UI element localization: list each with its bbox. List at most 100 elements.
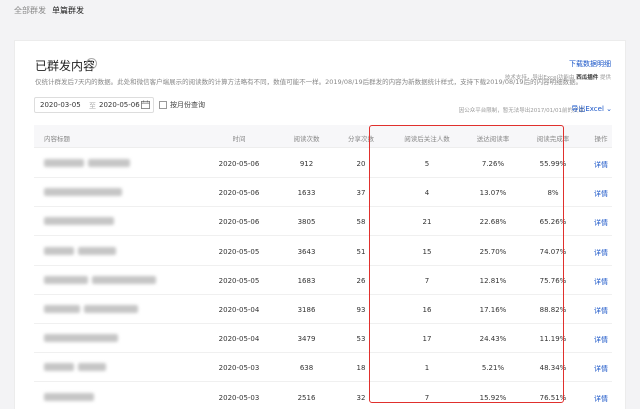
cell-time: 2020-05-03 xyxy=(218,364,260,373)
cell-read-rate: 25.70% xyxy=(479,247,507,256)
cell-shares: 93 xyxy=(356,306,366,314)
header-action: 操作 xyxy=(594,135,608,143)
table-header: 内容标题 时间 阅读次数 分享次数 阅读后关注人数 送达阅读率 阅读完成率 操作 xyxy=(34,125,612,148)
blurred-title xyxy=(44,188,122,197)
month-query-label: 按月份查询 xyxy=(170,101,205,109)
details-link[interactable]: 详情 xyxy=(590,364,612,374)
cell-completion-rate: 75.76% xyxy=(539,276,567,285)
table-row: 2020-05-06 1633 37 4 13.07% 8% 详情 xyxy=(34,178,612,208)
cell-time: 2020-05-03 xyxy=(218,393,260,402)
cell-reads: 3186 xyxy=(297,306,316,314)
table-row: 2020-05-05 1683 26 7 12.81% 75.76% 详情 xyxy=(34,266,612,295)
end-date: 2020-05-06 xyxy=(99,101,140,109)
blurred-title xyxy=(78,246,116,255)
description-text: 仅统计群发后7天内的数据。此处和微信客户端展示的阅读数的计算方法略有不同，数值可… xyxy=(35,78,583,86)
cell-read-rate: 7.26% xyxy=(481,160,505,168)
cell-read-rate: 17.16% xyxy=(479,306,507,314)
cell-follows: 17 xyxy=(422,335,432,344)
details-link[interactable]: 详情 xyxy=(590,394,612,404)
calendar-icon xyxy=(141,100,150,109)
details-link[interactable]: 详情 xyxy=(590,160,612,170)
cell-reads: 1633 xyxy=(297,189,316,198)
cell-reads: 3479 xyxy=(297,335,316,344)
date-separator: 至 xyxy=(89,102,96,110)
blurred-title xyxy=(44,305,80,313)
tab-all-broadcast[interactable]: 全部群发 xyxy=(14,5,46,16)
cell-time: 2020-05-06 xyxy=(218,160,260,168)
start-date: 2020-03-05 xyxy=(40,101,81,109)
cell-completion-rate: 88.82% xyxy=(539,306,567,314)
cell-read-rate: 12.81% xyxy=(479,276,507,285)
cell-read-rate: 15.92% xyxy=(479,393,507,402)
cell-reads: 3805 xyxy=(297,218,316,227)
blurred-title xyxy=(84,305,138,313)
blurred-title xyxy=(44,392,94,401)
cell-time: 2020-05-04 xyxy=(218,335,260,344)
cell-follows: 1 xyxy=(424,364,430,373)
cell-follows: 4 xyxy=(424,189,430,198)
cell-read-rate: 13.07% xyxy=(479,189,507,198)
header-title: 内容标题 xyxy=(44,135,70,143)
blurred-title xyxy=(44,217,114,226)
details-link[interactable]: 详情 xyxy=(590,218,612,228)
details-link[interactable]: 详情 xyxy=(590,248,612,258)
header-follows: 阅读后关注人数 xyxy=(404,135,450,143)
cell-shares: 51 xyxy=(356,247,366,256)
month-query-checkbox[interactable] xyxy=(159,101,167,109)
cell-reads: 3643 xyxy=(297,247,316,256)
table-row: 2020-05-04 3479 53 17 24.43% 11.19% 详情 xyxy=(34,324,612,354)
cell-reads: 638 xyxy=(299,364,314,373)
help-icon[interactable]: ? xyxy=(86,58,97,69)
cell-reads: 1683 xyxy=(297,276,316,285)
header-shares: 分享次数 xyxy=(348,135,374,143)
blurred-title xyxy=(44,275,88,284)
cell-shares: 37 xyxy=(356,189,366,198)
table-row: 2020-05-06 3805 58 21 22.68% 65.26% 详情 xyxy=(34,207,612,237)
cell-shares: 20 xyxy=(356,160,366,168)
plugin-note-suffix: 提供 xyxy=(598,75,611,81)
cell-completion-rate: 11.19% xyxy=(539,335,567,344)
details-link[interactable]: 详情 xyxy=(590,306,612,316)
export-excel-link[interactable]: 导出Excel ⌄ xyxy=(571,104,612,114)
blurred-title xyxy=(44,159,84,167)
header-completion-rate: 阅读完成率 xyxy=(536,135,570,143)
table-row: 2020-05-03 2516 32 7 15.92% 76.51% 详情 xyxy=(34,383,612,409)
cell-reads: 2516 xyxy=(297,393,316,402)
blurred-title xyxy=(44,363,74,372)
header-read-rate: 送达阅读率 xyxy=(476,135,510,143)
top-tab-bar: 全部群发 单篇群发 xyxy=(0,0,640,24)
cell-shares: 53 xyxy=(356,335,366,344)
header-reads: 阅读次数 xyxy=(293,135,320,143)
cell-reads: 912 xyxy=(299,160,314,168)
cell-time: 2020-05-05 xyxy=(218,276,260,285)
blurred-title xyxy=(44,246,74,255)
cell-read-rate: 5.21% xyxy=(481,364,505,373)
cell-follows: 7 xyxy=(424,276,430,285)
cell-completion-rate: 74.07% xyxy=(539,247,567,256)
cell-time: 2020-05-06 xyxy=(218,218,260,227)
table-row: 2020-05-04 3186 93 16 17.16% 88.82% 详情 xyxy=(34,295,612,324)
header-time: 时间 xyxy=(232,135,246,143)
date-range-picker[interactable]: 2020-03-05 至 2020-05-06 xyxy=(34,97,154,113)
details-link[interactable]: 详情 xyxy=(590,335,612,345)
cell-read-rate: 22.68% xyxy=(479,218,507,227)
cell-read-rate: 24.43% xyxy=(479,335,507,344)
details-link[interactable]: 详情 xyxy=(590,277,612,287)
blurred-title xyxy=(92,275,156,284)
details-link[interactable]: 详情 xyxy=(590,189,612,199)
cell-follows: 7 xyxy=(424,393,430,402)
cell-follows: 21 xyxy=(422,218,432,227)
cell-completion-rate: 76.51% xyxy=(539,393,567,402)
cell-shares: 26 xyxy=(356,276,366,285)
table-row: 2020-05-03 638 18 1 5.21% 48.34% 详情 xyxy=(34,353,612,383)
blurred-title xyxy=(88,159,130,167)
blurred-title xyxy=(78,363,106,372)
table-row: 2020-05-06 912 20 5 7.26% 55.99% 详情 xyxy=(34,149,612,178)
export-limit-note: 因公众平台限制，暂无法导出2017/01/01前的文章 xyxy=(458,108,584,114)
cell-completion-rate: 65.26% xyxy=(539,218,567,227)
tab-single-broadcast[interactable]: 单篇群发 xyxy=(52,5,84,16)
cell-completion-rate: 55.99% xyxy=(539,160,567,168)
table-row: 2020-05-05 3643 51 15 25.70% 74.07% 详情 xyxy=(34,237,612,266)
download-details-link[interactable]: 下载数据明细 xyxy=(569,59,611,69)
cell-follows: 15 xyxy=(422,247,432,256)
